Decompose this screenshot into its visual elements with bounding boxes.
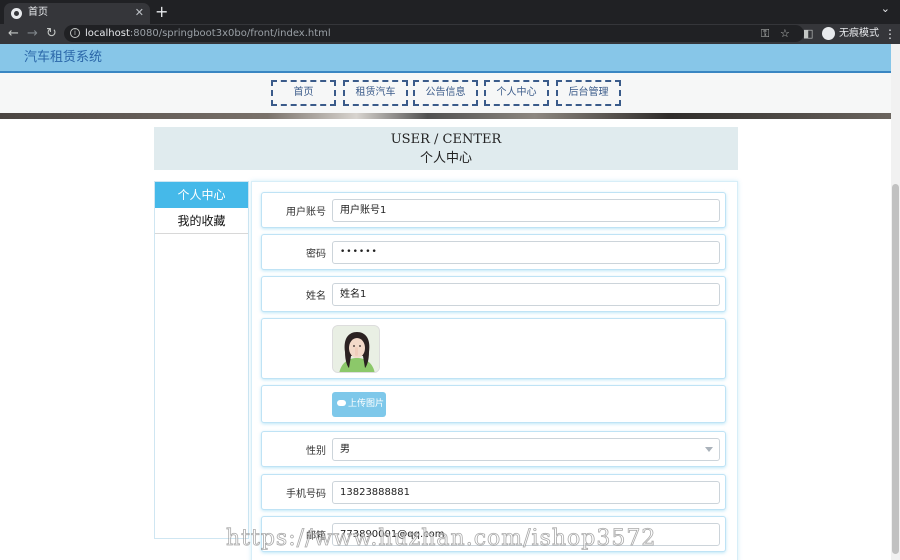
forward-icon[interactable]: → bbox=[27, 25, 38, 43]
form-row-password: 密码 •••••• bbox=[261, 234, 726, 270]
menu-icon[interactable]: ⋮ bbox=[884, 24, 896, 44]
phone-label: 手机号码 bbox=[286, 489, 326, 500]
tab-title: 首页 bbox=[28, 7, 48, 18]
nav-item-user-center[interactable]: 个人中心 bbox=[484, 80, 549, 106]
form-row-upload: 上传图片 bbox=[261, 385, 726, 423]
reload-icon[interactable]: ↻ bbox=[46, 25, 57, 43]
password-input[interactable]: •••••• bbox=[332, 241, 720, 264]
info-icon[interactable]: i bbox=[70, 28, 80, 38]
side-menu-item-favorites[interactable]: 我的收藏 bbox=[155, 208, 248, 234]
page-title-en: USER / CENTER bbox=[390, 132, 502, 147]
nav-item-rent-car[interactable]: 租赁汽车 bbox=[343, 80, 408, 106]
upload-button-label: 上传图片 bbox=[348, 399, 385, 409]
star-icon[interactable]: ☆ bbox=[780, 25, 790, 42]
key-icon[interactable]: ⚿ bbox=[761, 25, 769, 42]
profile-form: 用户账号 用户账号1 密码 •••••• 姓名 姓名1 上传图片 性别 男 手机… bbox=[251, 181, 738, 560]
avatar bbox=[332, 325, 380, 373]
form-row-phone: 手机号码 13823888881 bbox=[261, 474, 726, 510]
tab-search-icon[interactable]: ⌄ bbox=[881, 2, 890, 15]
scrollbar-thumb[interactable] bbox=[892, 184, 899, 554]
upload-image-button[interactable]: 上传图片 bbox=[332, 392, 386, 417]
page-title: USER / CENTER 个人中心 bbox=[154, 127, 738, 170]
banner-image bbox=[0, 113, 891, 119]
chevron-down-icon bbox=[705, 447, 713, 452]
form-row-username: 用户账号 用户账号1 bbox=[261, 192, 726, 228]
watermark: https://www.huzhan.com/ishop3572 bbox=[226, 526, 657, 552]
name-input[interactable]: 姓名1 bbox=[332, 283, 720, 306]
site-header: 汽车租赁系统 bbox=[0, 44, 891, 73]
side-menu: 个人中心 我的收藏 bbox=[154, 181, 249, 539]
gender-value: 男 bbox=[340, 444, 350, 455]
url-host: localhost bbox=[85, 28, 130, 39]
form-row-gender: 性别 男 bbox=[261, 431, 726, 467]
username-label: 用户账号 bbox=[286, 207, 326, 218]
address-bar-row: ← → ↻ i localhost:8080/springboot3x0bo/f… bbox=[0, 24, 900, 44]
gender-label: 性别 bbox=[306, 446, 326, 457]
new-tab-icon[interactable]: + bbox=[155, 1, 168, 23]
phone-input[interactable]: 13823888881 bbox=[332, 481, 720, 504]
globe-icon bbox=[11, 8, 22, 19]
sidepanel-icon[interactable]: ◧ bbox=[803, 25, 813, 43]
form-row-name: 姓名 姓名1 bbox=[261, 276, 726, 312]
gender-select[interactable]: 男 bbox=[332, 438, 720, 461]
page-title-cn: 个人中心 bbox=[419, 151, 472, 166]
name-label: 姓名 bbox=[306, 291, 326, 302]
nav-item-notices[interactable]: 公告信息 bbox=[413, 80, 478, 106]
page-viewport: 汽车租赁系统 首页 租赁汽车 公告信息 个人中心 后台管理 USER / CEN… bbox=[0, 44, 891, 560]
avatar-image bbox=[333, 326, 379, 372]
main-nav: 首页 租赁汽车 公告信息 个人中心 后台管理 bbox=[0, 73, 891, 113]
site-title: 汽车租赁系统 bbox=[24, 50, 103, 65]
form-row-avatar bbox=[261, 318, 726, 379]
nav-item-admin[interactable]: 后台管理 bbox=[556, 80, 621, 106]
incognito-label[interactable]: 无痕模式 bbox=[839, 24, 879, 44]
url-path: :8080/springboot3x0bo/front/index.html bbox=[129, 28, 331, 39]
omnibox[interactable]: i localhost:8080/springboot3x0bo/front/i… bbox=[64, 25, 804, 42]
cloud-upload-icon bbox=[337, 400, 346, 406]
browser-tab-bar: 首页 ✕ + ⌄ bbox=[0, 0, 900, 24]
close-icon[interactable]: ✕ bbox=[135, 3, 144, 23]
username-input[interactable]: 用户账号1 bbox=[332, 199, 720, 222]
url-text[interactable]: localhost:8080/springboot3x0bo/front/ind… bbox=[85, 25, 331, 42]
side-menu-item-user-center[interactable]: 个人中心 bbox=[155, 182, 248, 208]
password-label: 密码 bbox=[306, 249, 326, 260]
page-scrollbar[interactable] bbox=[891, 44, 900, 560]
nav-item-home[interactable]: 首页 bbox=[271, 80, 336, 106]
back-icon[interactable]: ← bbox=[8, 25, 19, 43]
incognito-icon[interactable] bbox=[822, 27, 835, 40]
browser-tab[interactable]: 首页 ✕ bbox=[4, 3, 150, 24]
